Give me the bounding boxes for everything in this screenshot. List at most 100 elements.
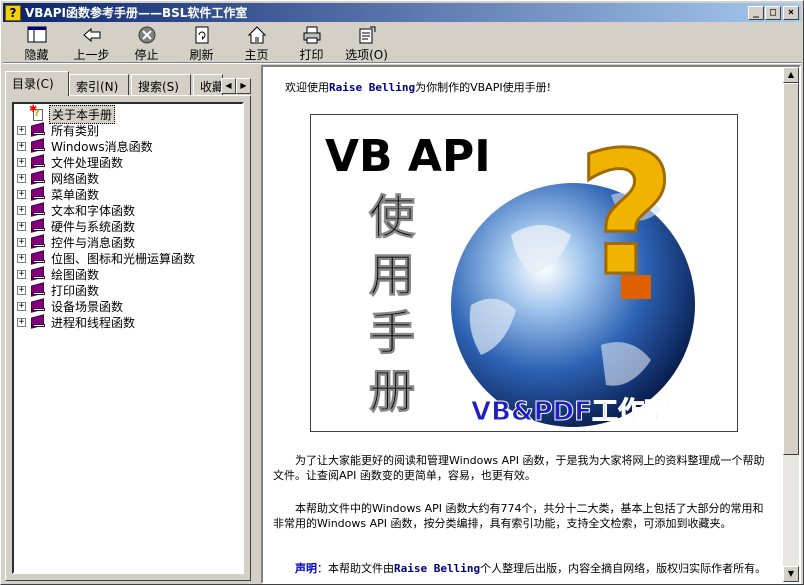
- expand-plus-icon[interactable]: +: [17, 173, 26, 183]
- stop-button[interactable]: 停止: [119, 23, 174, 63]
- navigation-pane: 目录(C) 索引(N) 搜索(S) 收藏 ◀ ▶ ? ✱ 关于本手册 + 所有类别: [3, 65, 255, 584]
- nav-tabs: 目录(C) 索引(N) 搜索(S) 收藏 ◀ ▶: [5, 71, 253, 96]
- tree-item-text-font[interactable]: + 文本和字体函数: [14, 202, 137, 218]
- hide-pane-icon: [26, 25, 48, 45]
- refresh-button-label: 刷新: [189, 48, 214, 62]
- tree-item-controls-messages[interactable]: + 控件与消息函数: [14, 234, 137, 250]
- tree-item-label: 位图、图标和光栅运算函数: [51, 251, 196, 266]
- tree-item-network[interactable]: + 网络函数: [14, 170, 101, 186]
- print-button[interactable]: 打印: [284, 23, 339, 63]
- tree-item-printing[interactable]: + 打印函数: [14, 282, 101, 298]
- banner-char-4: 册: [369, 364, 415, 418]
- home-button[interactable]: 主页: [229, 23, 284, 63]
- expand-plus-icon[interactable]: +: [17, 141, 26, 151]
- tab-index[interactable]: 索引(N): [69, 74, 129, 95]
- tree-item-process-thread[interactable]: + 进程和线程函数: [14, 314, 137, 330]
- welcome-author-name: Raise Belling: [329, 81, 416, 94]
- tree-item-file-handling[interactable]: + 文件处理函数: [14, 154, 125, 170]
- topic-content-pane: 欢迎使用Raise Belling为你制作的VBAPI使用手册! VB API …: [261, 65, 801, 584]
- tree-item-menu[interactable]: + 菜单函数: [14, 186, 101, 202]
- refresh-button[interactable]: 刷新: [174, 23, 229, 63]
- expand-plus-icon[interactable]: +: [17, 157, 26, 167]
- expand-plus-icon[interactable]: +: [17, 317, 26, 327]
- tab-contents[interactable]: 目录(C): [5, 71, 69, 96]
- tab-scroll-left-button[interactable]: ◀: [221, 78, 236, 94]
- contents-tree[interactable]: ?✱ 关于本手册 + 所有类别 + Windows消息函数 + 文件处理函数: [12, 102, 244, 574]
- tab-search[interactable]: 搜索(S): [131, 74, 191, 95]
- book-icon: [30, 138, 46, 153]
- welcome-suffix: 为你制作的VBAPI使用手册!: [415, 81, 551, 94]
- tree-item-label: 文件处理函数: [51, 155, 124, 170]
- declaration-label: 声明: [295, 562, 317, 575]
- scroll-up-button[interactable]: ▲: [783, 67, 799, 83]
- expand-plus-icon[interactable]: +: [17, 237, 26, 247]
- book-icon: [30, 234, 46, 249]
- tree-item-label: 设备场景函数: [51, 299, 124, 314]
- book-icon: [30, 202, 46, 217]
- scroll-down-button[interactable]: ▼: [783, 566, 799, 582]
- content-vertical-scrollbar[interactable]: ▲ ▼: [783, 67, 799, 582]
- scroll-thumb[interactable]: [783, 83, 799, 455]
- back-button[interactable]: 上一步: [64, 23, 119, 63]
- welcome-line: 欢迎使用Raise Belling为你制作的VBAPI使用手册!: [285, 79, 551, 95]
- book-icon: [30, 154, 46, 169]
- expand-plus-icon[interactable]: +: [17, 253, 26, 263]
- tab-favorites[interactable]: 收藏: [193, 74, 223, 95]
- tree-item-label: Windows消息函数: [51, 139, 153, 154]
- window-title: VBAPI函数参考手册——BSL软件工作室: [25, 6, 248, 20]
- expand-plus-icon[interactable]: +: [17, 221, 26, 231]
- maximize-button[interactable]: □: [765, 5, 781, 20]
- help-page-icon: ? ✱: [29, 104, 46, 122]
- print-button-label: 打印: [299, 48, 324, 62]
- tree-expander-spacer: [17, 109, 26, 119]
- expand-plus-icon[interactable]: +: [17, 301, 26, 311]
- tab-scroll-right-button[interactable]: ▶: [236, 78, 251, 94]
- hide-button[interactable]: 隐藏: [9, 23, 64, 63]
- stop-icon: [136, 25, 158, 45]
- toolbar: 隐藏 上一步 停止 刷新 主页 打印 选项(O): [3, 23, 801, 63]
- window-controls: _ □ ×: [747, 5, 799, 20]
- tree-item-label: 进程和线程函数: [51, 315, 136, 330]
- tree-item-about[interactable]: ? ✱ 关于本手册: [14, 104, 116, 124]
- welcome-prefix: 欢迎使用: [285, 81, 329, 94]
- book-icon: [30, 122, 46, 137]
- tree-item-all-categories[interactable]: + 所有类别: [14, 122, 101, 138]
- options-button[interactable]: 选项(O): [339, 23, 394, 63]
- tree-item-label: 控件与消息函数: [51, 235, 136, 250]
- banner-char-1: 使: [369, 190, 416, 244]
- tree-item-label: 绘图函数: [51, 267, 100, 282]
- banner-title: VB API: [325, 131, 491, 182]
- toolbar-separator: [3, 63, 801, 64]
- tree-item-label: 所有类别: [51, 123, 100, 138]
- minimize-button[interactable]: _: [748, 5, 764, 20]
- help-question-icon[interactable]: ?: [5, 4, 21, 21]
- book-icon: [30, 298, 46, 313]
- refresh-icon: [191, 25, 213, 45]
- intro-paragraph-1: 为了让大家能更好的阅读和管理Windows API 函数，于是我为大家将网上的资…: [273, 454, 765, 482]
- tree-item-hardware-system[interactable]: + 硬件与系统函数: [14, 218, 137, 234]
- book-icon: [30, 250, 46, 265]
- tree-item-label: 网络函数: [51, 171, 100, 186]
- print-icon: [301, 25, 323, 45]
- options-icon: [356, 25, 378, 45]
- expand-plus-icon[interactable]: +: [17, 189, 26, 199]
- declaration-text-b: 个人整理后出版，内容全摘自网络，版权归实际作者所有。: [480, 562, 767, 575]
- help-window: ? VBAPI函数参考手册——BSL软件工作室 _ □ × 隐藏 上一步 停止: [0, 0, 804, 585]
- banner-char-3: 手: [369, 306, 415, 360]
- tree-item-device-context[interactable]: + 设备场景函数: [14, 298, 125, 314]
- expand-plus-icon[interactable]: +: [17, 285, 26, 295]
- tree-item-windows-messages[interactable]: + Windows消息函数: [14, 138, 155, 154]
- declaration-text-a: ：本帮助文件由: [317, 562, 394, 575]
- expand-plus-icon[interactable]: +: [17, 269, 26, 279]
- back-arrow-icon: [81, 25, 103, 45]
- tree-item-label: 硬件与系统函数: [51, 219, 136, 234]
- book-icon: [30, 170, 46, 185]
- expand-plus-icon[interactable]: +: [17, 205, 26, 215]
- close-button[interactable]: ×: [783, 5, 799, 20]
- book-icon: [30, 186, 46, 201]
- expand-plus-icon[interactable]: +: [17, 125, 26, 135]
- tree-item-bitmap-icon-raster[interactable]: + 位图、图标和光栅运算函数: [14, 250, 197, 266]
- title-bar[interactable]: ? VBAPI函数参考手册——BSL软件工作室 _ □ ×: [3, 3, 801, 22]
- book-icon: [30, 218, 46, 233]
- tree-item-drawing[interactable]: + 绘图函数: [14, 266, 101, 282]
